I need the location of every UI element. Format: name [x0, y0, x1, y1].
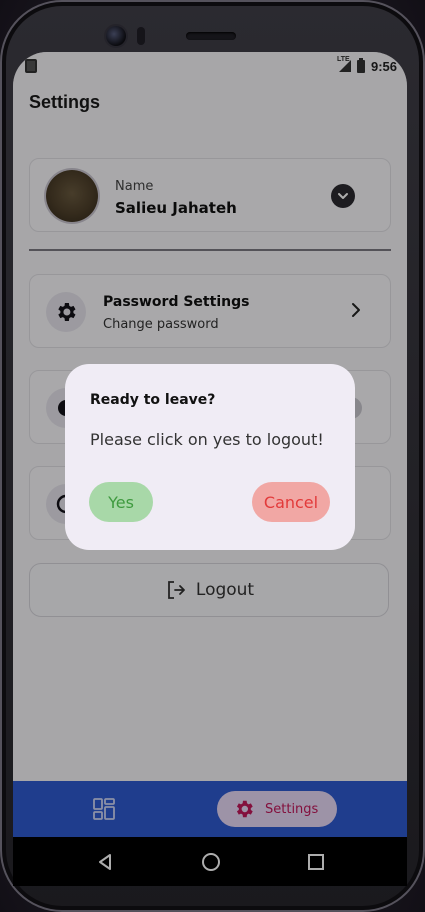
proximity-sensor: [137, 27, 145, 45]
phone-top-bezel: [0, 0, 425, 52]
dialog-title: Ready to leave?: [90, 392, 216, 408]
cancel-button[interactable]: Cancel: [252, 482, 330, 522]
logout-dialog: Ready to leave? Please click on yes to l…: [65, 364, 355, 550]
yes-button[interactable]: Yes: [89, 482, 153, 522]
earpiece-speaker: [186, 32, 236, 40]
dialog-message: Please click on yes to logout!: [90, 430, 324, 449]
phone-frame: LTE 9:56 Settings Name Salieu Jahateh Pa…: [0, 0, 425, 912]
app-screen: LTE 9:56 Settings Name Salieu Jahateh Pa…: [13, 52, 407, 886]
front-camera: [106, 26, 126, 46]
